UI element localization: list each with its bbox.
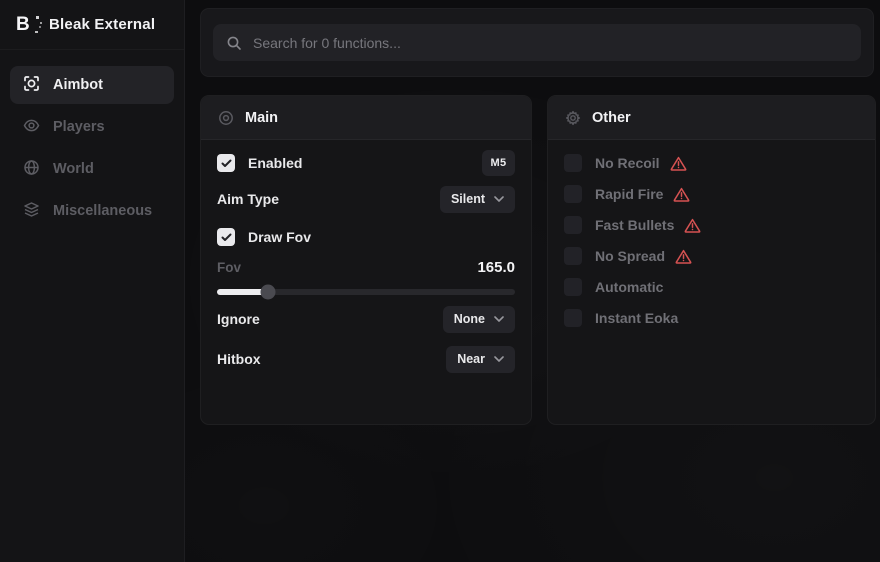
no-recoil-checkbox[interactable]	[564, 154, 582, 172]
rapid-fire-label: Rapid Fire	[595, 186, 663, 202]
sidebar: B Bleak External Aimbot	[0, 0, 185, 562]
panel-other-header: Other	[548, 96, 875, 140]
draw-fov-row: Draw Fov	[217, 224, 515, 250]
app-title: Bleak External	[49, 16, 155, 33]
target-icon	[218, 110, 234, 126]
instant-eoka-label: Instant Eoka	[595, 310, 678, 326]
toggle-row-no-recoil: No Recoil	[564, 150, 859, 176]
enabled-label: Enabled	[248, 155, 302, 171]
automatic-checkbox[interactable]	[564, 278, 582, 296]
crosshair-icon	[23, 75, 40, 96]
enabled-row: Enabled M5	[217, 150, 515, 176]
fov-slider-handle[interactable]	[260, 284, 275, 299]
aim-type-row: Aim Type Silent	[217, 186, 515, 212]
fast-bullets-label: Fast Bullets	[595, 217, 674, 233]
chevron-down-icon	[494, 356, 504, 362]
app-logo-icon: B	[16, 14, 38, 36]
toggle-row-no-spread: No Spread	[564, 243, 859, 269]
warning-icon	[670, 156, 687, 171]
fov-row: Fov 165.0	[217, 258, 515, 276]
chevron-down-icon	[494, 316, 504, 322]
panel-main: Main Enabled M5 Aim Type Silent	[200, 95, 532, 425]
content-area: Main Enabled M5 Aim Type Silent	[185, 0, 880, 562]
hitbox-row: Hitbox Near	[217, 346, 515, 372]
draw-fov-checkbox[interactable]	[217, 228, 235, 246]
globe-icon	[23, 159, 40, 180]
sidebar-item-label: Miscellaneous	[53, 203, 152, 219]
toggle-row-fast-bullets: Fast Bullets	[564, 212, 859, 238]
panel-main-header: Main	[201, 96, 531, 140]
sidebar-item-label: Players	[53, 119, 105, 135]
hitbox-label: Hitbox	[217, 351, 261, 367]
toggle-row-rapid-fire: Rapid Fire	[564, 181, 859, 207]
aim-type-label: Aim Type	[217, 191, 279, 207]
no-spread-label: No Spread	[595, 248, 665, 264]
rapid-fire-checkbox[interactable]	[564, 185, 582, 203]
layers-icon	[23, 201, 40, 222]
draw-fov-label: Draw Fov	[248, 229, 311, 245]
search-input[interactable]	[253, 35, 848, 51]
fast-bullets-checkbox[interactable]	[564, 216, 582, 234]
keybind-badge[interactable]: M5	[482, 150, 515, 176]
ignore-dropdown[interactable]: None	[443, 306, 515, 333]
panel-title: Main	[245, 110, 278, 126]
fov-label: Fov	[217, 260, 241, 275]
app-window: B Bleak External Aimbot	[0, 0, 880, 562]
search-panel	[200, 8, 874, 77]
no-spread-checkbox[interactable]	[564, 247, 582, 265]
gear-icon	[565, 110, 581, 126]
instant-eoka-checkbox[interactable]	[564, 309, 582, 327]
warning-icon	[673, 187, 690, 202]
ignore-label: Ignore	[217, 311, 260, 327]
panel-title: Other	[592, 110, 631, 126]
fov-value: 165.0	[477, 259, 515, 276]
sidebar-item-label: World	[53, 161, 94, 177]
search-icon	[226, 35, 242, 51]
panel-main-body: Enabled M5 Aim Type Silent	[201, 150, 531, 372]
panel-other: Other No Recoil Rapid Fire	[547, 95, 876, 425]
chevron-down-icon	[494, 196, 504, 202]
sidebar-item-players[interactable]: Players	[10, 108, 174, 146]
ignore-value: None	[454, 312, 485, 326]
aim-type-value: Silent	[451, 192, 485, 206]
eye-icon	[23, 117, 40, 138]
search-box[interactable]	[213, 24, 861, 61]
sidebar-item-label: Aimbot	[53, 77, 103, 93]
no-recoil-label: No Recoil	[595, 155, 660, 171]
hitbox-value: Near	[457, 352, 485, 366]
sidebar-header: B Bleak External	[0, 0, 184, 50]
fov-slider[interactable]	[217, 284, 515, 299]
toggle-row-instant-eoka: Instant Eoka	[564, 305, 859, 331]
warning-icon	[684, 218, 701, 233]
sidebar-item-miscellaneous[interactable]: Miscellaneous	[10, 192, 174, 230]
aim-type-dropdown[interactable]: Silent	[440, 186, 515, 213]
sidebar-item-aimbot[interactable]: Aimbot	[10, 66, 174, 104]
automatic-label: Automatic	[595, 279, 663, 295]
enabled-checkbox[interactable]	[217, 154, 235, 172]
toggle-row-automatic: Automatic	[564, 274, 859, 300]
warning-icon	[675, 249, 692, 264]
sidebar-nav: Aimbot Players	[0, 50, 184, 230]
ignore-row: Ignore None	[217, 306, 515, 332]
sidebar-item-world[interactable]: World	[10, 150, 174, 188]
panel-other-body: No Recoil Rapid Fire	[548, 150, 875, 331]
hitbox-dropdown[interactable]: Near	[446, 346, 515, 373]
